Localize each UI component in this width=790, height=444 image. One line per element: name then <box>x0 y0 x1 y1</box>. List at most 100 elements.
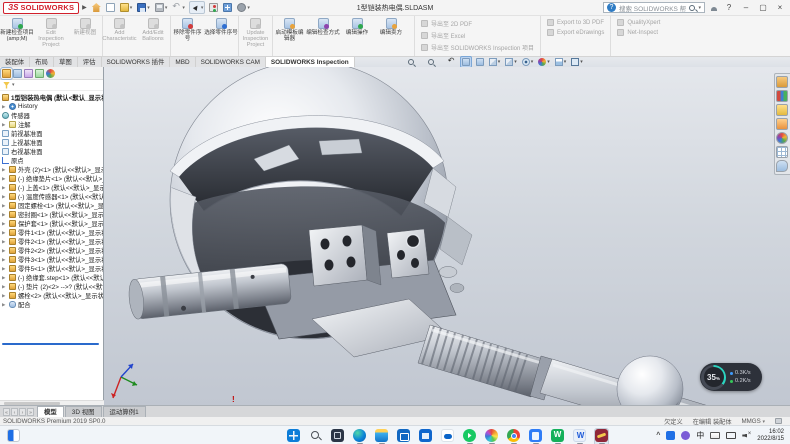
performance-overlay[interactable]: 35% 0.3K/s 0.2K/s <box>700 363 762 391</box>
expand-arrow-icon[interactable]: ▶ <box>2 293 7 299</box>
search-caret-icon[interactable]: ▾ <box>698 5 701 11</box>
expand-arrow-icon[interactable]: ▶ <box>2 185 7 191</box>
home-icon[interactable]: ▾ <box>91 2 102 13</box>
microsoft-store-icon[interactable] <box>418 428 433 443</box>
view-orientation-icon[interactable]: ▾ <box>488 57 502 67</box>
search-button[interactable] <box>308 428 323 443</box>
ribbon-button[interactable]: Update Inspection Project <box>238 16 272 56</box>
color-wheel-app-icon[interactable] <box>484 428 499 444</box>
document-tab[interactable]: 3D 视图 <box>65 406 102 417</box>
view-settings-icon[interactable]: ▾ <box>570 57 584 67</box>
tree-item[interactable]: ▶ 1型铠装热电偶 (默认<默认_显示状态-1 <box>0 93 103 102</box>
edge-icon[interactable] <box>352 428 367 444</box>
expand-arrow-icon[interactable]: ▶ <box>2 275 7 281</box>
ribbon-button[interactable]: Add Characteristic <box>102 16 136 56</box>
tree-item[interactable]: ▶ 传感器 <box>0 111 103 120</box>
dropdown-caret-icon[interactable]: ▾ <box>165 5 168 11</box>
configurationmanager-tab[interactable] <box>24 69 33 78</box>
tree-item[interactable]: ▶ 上视基准面 <box>0 138 103 147</box>
tray-app-purple-icon[interactable] <box>681 431 690 440</box>
undo-icon[interactable]: ▾ <box>171 2 186 13</box>
ribbon-button[interactable]: 选择零件序号 <box>204 16 238 56</box>
word-app-icon[interactable] <box>572 428 587 444</box>
widgets-button[interactable] <box>7 429 20 442</box>
previous-view-icon[interactable]: ▾ <box>447 57 457 67</box>
chrome-icon[interactable] <box>506 428 521 444</box>
tree-item[interactable]: ▶ 原点 <box>0 156 103 165</box>
export-menu-item[interactable]: Export to 3D PDF <box>547 19 604 26</box>
dropdown-caret-icon[interactable]: ▾ <box>247 5 250 11</box>
tree-item[interactable]: ▶ 零件2<1> (默认<<默认>_显示状 <box>0 237 103 246</box>
dropdown-caret-icon[interactable]: ▾ <box>182 5 185 11</box>
close-button[interactable]: × <box>774 3 786 12</box>
zoom-fit-icon[interactable]: ▾ <box>407 57 424 67</box>
ribbon-button[interactable]: Add/Edit Balloons <box>136 16 170 56</box>
hide-show-items-icon[interactable]: ▾ <box>521 57 535 67</box>
minimize-button[interactable]: – <box>740 3 752 12</box>
file-properties-icon[interactable]: ▾ <box>222 2 233 13</box>
restore-button[interactable]: ▢ <box>757 3 769 12</box>
file-explorer-icon[interactable] <box>776 104 788 116</box>
monitor-icon[interactable] <box>726 432 736 439</box>
tree-item[interactable]: ▶ 密封圈<1> (默认<<默认>_显示状 <box>0 210 103 219</box>
task-view-button[interactable] <box>330 428 345 443</box>
search-icon[interactable] <box>689 5 695 11</box>
rebuild-icon[interactable]: ▾ <box>208 2 219 13</box>
ribbon-tab[interactable]: 装配体 <box>0 57 30 67</box>
ribbon-tab[interactable]: SOLIDWORKS 插件 <box>102 57 171 67</box>
displaymanager-tab[interactable] <box>46 69 55 78</box>
ime-indicator[interactable]: 中 <box>696 430 704 441</box>
dimxpertmanager-tab[interactable] <box>35 69 44 78</box>
tree-item[interactable]: ▶ 零件1<1> (默认<<默认>_显示状态 <box>0 228 103 237</box>
expand-arrow-icon[interactable]: ▶ <box>2 122 7 128</box>
keyboard-icon[interactable] <box>710 432 720 439</box>
units-selector[interactable]: MMGS ▾ <box>742 418 766 425</box>
forum-icon[interactable] <box>776 160 788 172</box>
ribbon-button[interactable]: 编辑卖方 <box>374 16 408 56</box>
ribbon-button[interactable]: 新建视图 <box>68 16 102 56</box>
expand-arrow-icon[interactable]: ▶ <box>2 203 7 209</box>
expand-arrow-icon[interactable]: ▶ <box>2 257 7 263</box>
ribbon-button[interactable]: 编辑检查方式 <box>306 16 340 56</box>
dropdown-caret-icon[interactable]: ▾ <box>147 5 150 11</box>
export-menu-item[interactable]: Net-Inspect <box>617 29 660 36</box>
ribbon-tab[interactable]: SOLIDWORKS Inspection <box>266 57 355 67</box>
filter-caret-icon[interactable]: ▾ <box>12 82 15 88</box>
new-document-icon[interactable]: ▾ <box>105 2 116 13</box>
expand-arrow-icon[interactable]: ▶ <box>2 248 7 254</box>
document-tab[interactable]: 模型 <box>37 406 64 417</box>
print-icon[interactable]: ▾ <box>154 2 169 13</box>
ribbon-button[interactable]: 移除零件序号 <box>170 16 204 56</box>
options-gear-icon[interactable]: ▾ <box>236 2 251 13</box>
zoom-area-icon[interactable]: ▾ <box>427 57 444 67</box>
dictionary-app-icon[interactable] <box>528 428 543 444</box>
export-menu-item[interactable]: 导出至 Excel <box>421 31 534 40</box>
tag-icon[interactable] <box>775 418 782 424</box>
featuremanager-tab[interactable] <box>2 69 11 78</box>
tree-item[interactable]: ▶ 零件5<1> (默认<<默认>_显示状 <box>0 264 103 273</box>
expand-arrow-icon[interactable]: ▶ <box>2 221 7 227</box>
dropdown-caret-icon[interactable]: ▾ <box>130 5 133 11</box>
ribbon-tab[interactable]: 草图 <box>54 57 78 67</box>
ribbon-tab[interactable]: 布局 <box>30 57 54 67</box>
expand-arrow-icon[interactable]: ▶ <box>2 212 7 218</box>
apply-scene-icon[interactable]: ▾ <box>554 57 568 67</box>
ribbon-button[interactable]: 编辑操作 <box>340 16 374 56</box>
appearances-scenes-icon[interactable] <box>776 132 788 144</box>
design-library-icon[interactable] <box>776 90 788 102</box>
export-menu-item[interactable]: 导出至 SOLIDWORKS Inspection 项目 <box>421 43 534 52</box>
export-menu-item[interactable]: QualityXpert <box>617 19 660 26</box>
expand-arrow-icon[interactable]: ▶ <box>2 230 7 236</box>
tree-item[interactable]: ▶ 注解 <box>0 120 103 129</box>
menu-expand-arrow-icon[interactable]: ▶ <box>82 4 87 11</box>
expand-arrow-icon[interactable]: ▶ <box>2 302 7 308</box>
tree-item[interactable]: ▶ History <box>0 102 103 111</box>
onedrive-icon[interactable] <box>440 428 455 443</box>
tree-item[interactable]: ▶ (-) 绝缘垫片<1> (默认<<默认>_显 <box>0 174 103 183</box>
edit-appearance-icon[interactable]: ▾ <box>537 57 551 67</box>
tray-app-blue-icon[interactable] <box>666 431 675 440</box>
display-style-icon[interactable]: ▾ <box>504 57 518 67</box>
tree-filter[interactable]: ▾ <box>0 80 103 91</box>
media-app-icon[interactable] <box>462 428 477 444</box>
document-tab[interactable]: 运动算例1 <box>103 406 146 417</box>
